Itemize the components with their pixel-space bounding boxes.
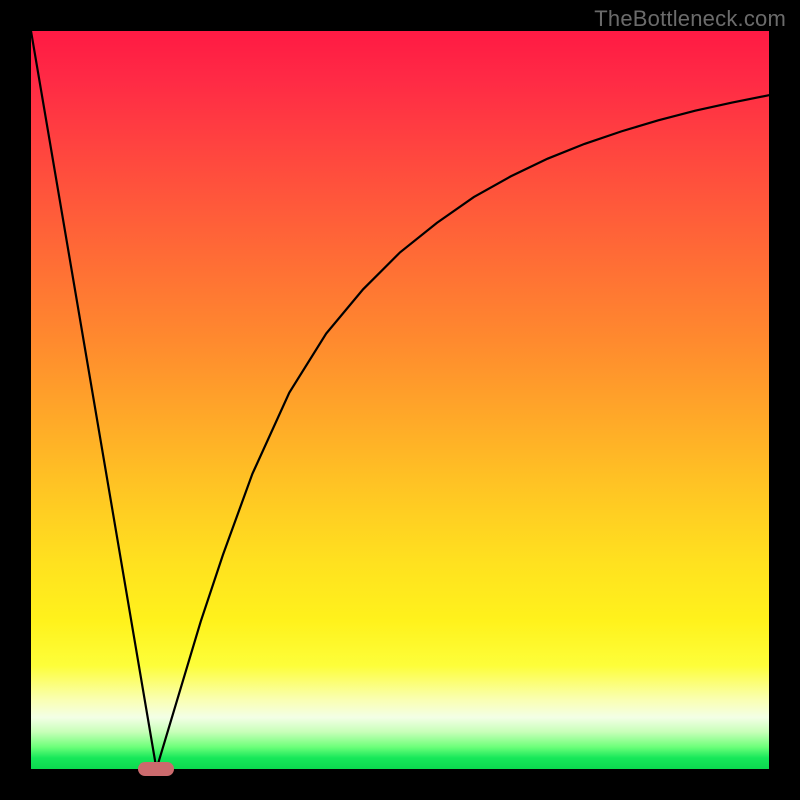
plot-area [31,31,769,769]
chart-frame: TheBottleneck.com [0,0,800,800]
curve-path [31,31,769,769]
bottleneck-curve [31,31,769,769]
watermark-text: TheBottleneck.com [594,6,786,32]
minimum-marker [138,762,174,776]
